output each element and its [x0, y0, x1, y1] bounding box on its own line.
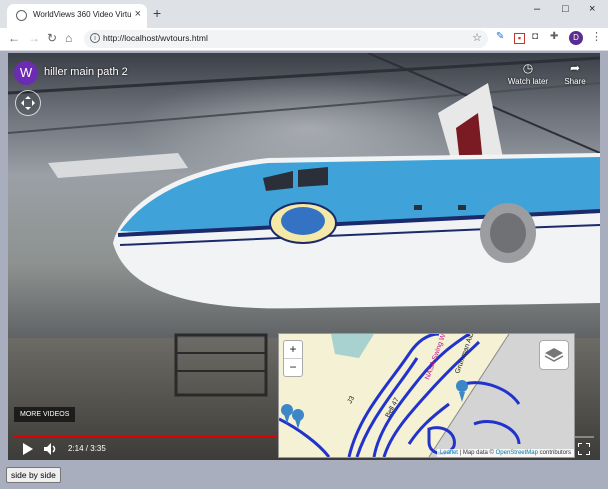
- map-marker[interactable]: [456, 380, 468, 392]
- share-button[interactable]: ➦ Share: [550, 61, 600, 86]
- map-zoom-in-button[interactable]: +: [284, 341, 302, 358]
- volume-icon[interactable]: [44, 443, 58, 455]
- more-videos-button[interactable]: MORE VIDEOS: [14, 407, 76, 422]
- openstreetmap-link[interactable]: OpenStreetMap: [496, 450, 538, 456]
- globe-icon: [16, 10, 27, 21]
- channel-avatar[interactable]: W: [14, 61, 38, 85]
- fullscreen-icon[interactable]: [578, 443, 590, 455]
- pan-arrows-icon: [21, 96, 35, 110]
- maximize-button[interactable]: □: [562, 3, 569, 15]
- browser-tab[interactable]: WorldViews 360 Video Virtual To ×: [7, 4, 147, 28]
- map-attribution: Leaflet | Map data © OpenStreetMap contr…: [436, 449, 574, 457]
- browser-tab-bar: WorldViews 360 Video Virtual To × + – □ …: [0, 0, 608, 28]
- watch-later-label: Watch later: [507, 77, 549, 86]
- forward-icon[interactable]: →: [28, 31, 40, 45]
- extension-camera-icon[interactable]: ◘: [532, 31, 538, 42]
- tab-title: WorldViews 360 Video Virtual To: [33, 10, 131, 19]
- time-display: 2:14 / 3:35: [68, 444, 106, 453]
- map-tiles: NASA Swing Wing Grumman Albatross Bell 4…: [279, 334, 574, 457]
- 360-navigation-control[interactable]: [15, 90, 41, 116]
- share-arrow-icon: ➦: [569, 61, 581, 75]
- close-tab-icon[interactable]: ×: [135, 8, 141, 20]
- home-icon[interactable]: ⌂: [65, 31, 72, 45]
- map-panel[interactable]: NASA Swing Wing Grumman Albatross Bell 4…: [278, 333, 575, 458]
- clock-icon: ◷: [522, 61, 534, 75]
- attribution-tail: contributors: [537, 450, 571, 456]
- back-icon[interactable]: ←: [8, 31, 20, 45]
- play-icon[interactable]: [22, 443, 34, 455]
- share-label: Share: [564, 77, 586, 86]
- address-bar[interactable]: i http://localhost/wvtours.html ☆: [84, 30, 488, 48]
- profile-avatar[interactable]: D: [569, 31, 583, 45]
- new-tab-button[interactable]: +: [153, 5, 161, 21]
- map-label-j3: J3: [347, 395, 357, 405]
- duration: 3:35: [90, 444, 106, 453]
- extensions-puzzle-icon[interactable]: ✚: [550, 31, 558, 42]
- minimize-button[interactable]: –: [534, 3, 540, 15]
- attribution-text: | Map data ©: [457, 450, 496, 456]
- extension-shield-icon[interactable]: ▪: [514, 33, 525, 44]
- bookmark-star-icon[interactable]: ☆: [472, 31, 482, 44]
- watch-later-button[interactable]: ◷ Watch later: [503, 61, 553, 86]
- info-icon[interactable]: i: [90, 33, 100, 43]
- extension-feather-icon[interactable]: ✎: [496, 31, 504, 42]
- map-zoom-control: + −: [283, 340, 303, 377]
- url-text: http://localhost/wvtours.html: [103, 33, 208, 43]
- video-player[interactable]: W hiller main path 2 ◷ Watch later ➦ Sha…: [8, 53, 600, 460]
- leaflet-link[interactable]: Leaflet: [440, 450, 458, 456]
- close-window-button[interactable]: ×: [589, 3, 595, 15]
- reload-icon[interactable]: ↻: [47, 31, 57, 45]
- video-title[interactable]: hiller main path 2: [44, 66, 128, 78]
- map-layers-button[interactable]: [539, 340, 569, 370]
- current-time: 2:14: [68, 444, 84, 453]
- map-zoom-out-button[interactable]: −: [284, 358, 302, 376]
- layers-icon: [544, 348, 564, 362]
- map-marker[interactable]: [292, 409, 304, 421]
- menu-icon[interactable]: ⋮: [591, 30, 602, 43]
- side-by-side-button[interactable]: side by side: [6, 467, 61, 483]
- map-marker[interactable]: [281, 404, 293, 416]
